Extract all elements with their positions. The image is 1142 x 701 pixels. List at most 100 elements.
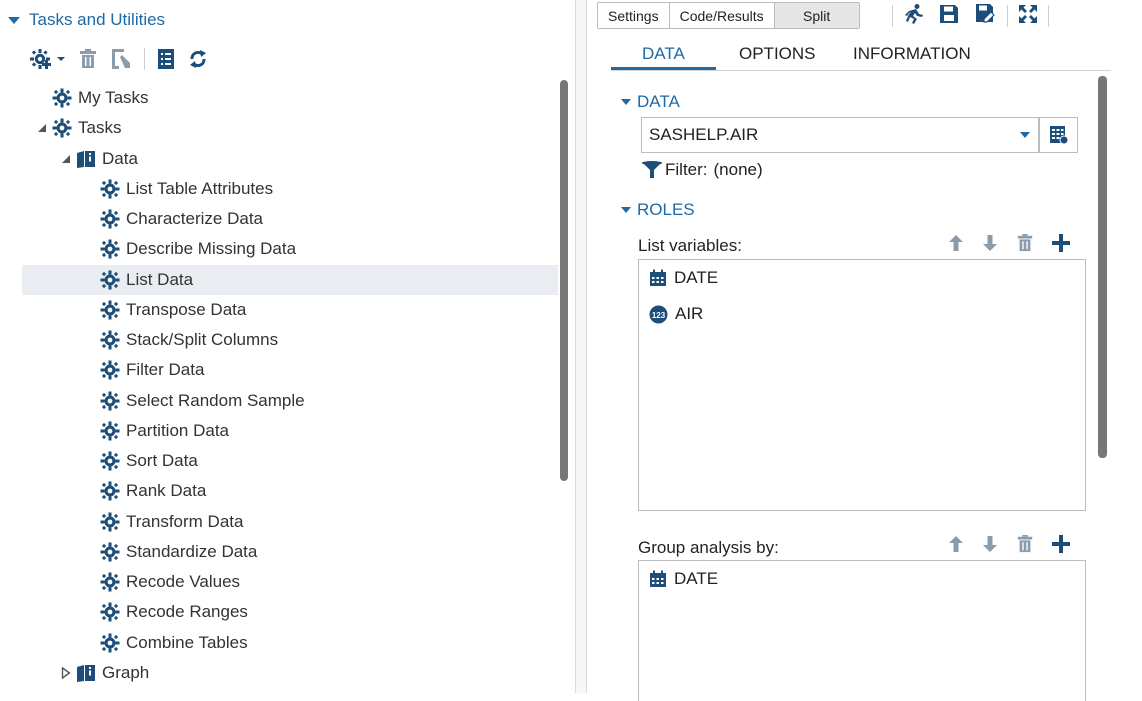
save-button[interactable] (939, 4, 959, 29)
new-task-menu-button[interactable] (30, 48, 66, 70)
tree-item-tasks[interactable]: Tasks (22, 113, 558, 143)
tree-item-label: Recode Values (126, 572, 241, 591)
task-toolbar (882, 3, 1059, 30)
refresh-icon (190, 50, 206, 68)
move-down-button[interactable] (982, 234, 998, 252)
tree-item-label: Filter Data (126, 360, 205, 380)
add-variable-button[interactable] (1052, 535, 1070, 553)
maximize-icon (1019, 4, 1037, 23)
tree-item-rank-data[interactable]: Rank Data (22, 476, 558, 506)
code-results-view-button[interactable]: Code/Results (669, 3, 775, 28)
remove-variable-button[interactable] (1016, 534, 1034, 554)
tab-options[interactable]: OPTIONS (739, 44, 816, 64)
properties-button[interactable] (157, 48, 175, 70)
variable-name: DATE (674, 268, 719, 287)
tree-item-standardize-data[interactable]: Standardize Data (22, 537, 558, 567)
roles-section-header[interactable]: ROLES (621, 199, 695, 221)
split-view-button[interactable]: Split (774, 3, 859, 28)
table-select-icon (1049, 126, 1068, 145)
active-tab-indicator (611, 67, 716, 70)
tree-item-my-tasks[interactable]: My Tasks (22, 83, 558, 113)
svg-text:123: 123 (652, 310, 666, 319)
collapsed-triangle-icon[interactable] (60, 666, 72, 679)
task-icon (52, 118, 72, 138)
toolbar-separator (1007, 5, 1008, 27)
maximize-button[interactable] (1018, 4, 1038, 29)
tree-item-characterize-data[interactable]: Characterize Data (22, 204, 558, 234)
tab-data[interactable]: DATA (642, 44, 685, 64)
save-as-button[interactable] (975, 3, 997, 30)
tree-item-partition-data[interactable]: Partition Data (22, 416, 558, 446)
data-section-header[interactable]: DATA (621, 91, 680, 113)
collapse-caret-icon[interactable] (621, 207, 631, 213)
tree-item-label: Stack/Split Columns (126, 330, 279, 349)
tree-item-filter-data[interactable]: Filter Data (22, 355, 558, 385)
tree-item-select-random-sample[interactable]: Select Random Sample (22, 386, 558, 416)
tree-item-list-table-attributes[interactable]: List Table Attributes (22, 174, 558, 204)
arrow-up-icon (949, 536, 963, 552)
move-up-button[interactable] (948, 234, 964, 252)
tree-item-recode-values[interactable]: Recode Values (22, 567, 558, 597)
delete-button[interactable] (78, 48, 98, 70)
variable-item-date[interactable]: DATE (649, 265, 718, 291)
tree-item-describe-missing-data[interactable]: Describe Missing Data (22, 234, 558, 264)
add-variable-button[interactable] (1052, 234, 1070, 252)
edit-task-button[interactable] (110, 48, 132, 70)
expanded-triangle-icon[interactable] (36, 122, 48, 134)
select-table-button[interactable] (1039, 117, 1078, 153)
folder-book-icon (76, 663, 96, 683)
collapse-caret-icon[interactable] (8, 16, 20, 24)
variable-item-date[interactable]: DATE (649, 566, 718, 592)
tree-item-label: Characterize Data (126, 209, 264, 228)
expanded-triangle-icon[interactable] (60, 153, 72, 165)
collapse-caret-icon[interactable] (621, 99, 631, 105)
settings-view-button[interactable]: Settings (598, 3, 670, 28)
variable-item-air[interactable]: 123 AIR (649, 301, 703, 327)
tree-item-transpose-data[interactable]: Transpose Data (22, 295, 558, 325)
task-icon (100, 512, 120, 532)
refresh-button[interactable] (187, 48, 209, 70)
tasks-utilities-pane: Tasks and Utilities My Tasks Tasks Data … (0, 0, 576, 693)
run-button[interactable] (903, 3, 925, 30)
group-by-box[interactable]: DATE (638, 560, 1086, 701)
filter-icon[interactable] (641, 160, 663, 180)
tree-item-graph[interactable]: Graph (22, 658, 558, 688)
dropdown-caret-icon[interactable] (1020, 132, 1030, 138)
task-icon (100, 633, 120, 653)
tree-item-label: Combine Tables (126, 632, 248, 652)
tree-item-label: Recode Ranges (126, 602, 248, 622)
settings-scrollbar[interactable] (1098, 76, 1107, 458)
tree-item-label: List Data (126, 269, 194, 289)
tree-item-sort-data[interactable]: Sort Data (22, 446, 558, 476)
tree-item-transform-data[interactable]: Transform Data (22, 507, 558, 537)
task-icon (100, 602, 120, 622)
tab-information[interactable]: INFORMATION (853, 44, 971, 64)
tree-item-stack-split-columns[interactable]: Stack/Split Columns (22, 325, 558, 355)
filter-value[interactable]: (none) (714, 160, 763, 180)
task-icon (100, 239, 120, 259)
task-icon (100, 209, 120, 229)
arrow-down-icon (983, 536, 997, 552)
tasks-toolbar (30, 46, 221, 72)
tree-item-recode-ranges[interactable]: Recode Ranges (22, 597, 558, 627)
tree-scrollbar[interactable] (560, 80, 568, 481)
tree-item-combine-tables[interactable]: Combine Tables (22, 628, 558, 658)
dataset-select[interactable]: SASHELP.AIR (641, 117, 1039, 153)
move-down-button[interactable] (982, 535, 998, 553)
tree-item-data[interactable]: Data (22, 144, 558, 174)
pane-divider[interactable] (576, 0, 587, 693)
list-variables-box[interactable]: DATE 123 AIR (638, 259, 1086, 511)
tree-item-list-data[interactable]: List Data (22, 264, 558, 295)
toolbar-separator (144, 48, 145, 70)
remove-variable-button[interactable] (1016, 233, 1034, 253)
tasks-utilities-header[interactable]: Tasks and Utilities (8, 8, 165, 32)
move-up-button[interactable] (948, 535, 964, 553)
